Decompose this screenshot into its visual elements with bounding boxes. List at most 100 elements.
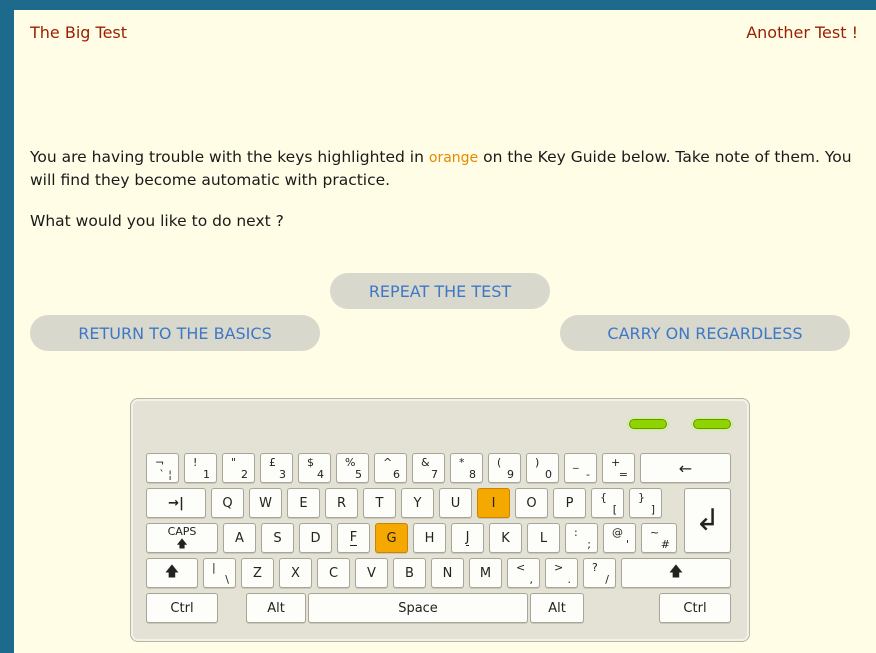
key-t: T (363, 488, 396, 518)
key-q: Q (211, 488, 244, 518)
repeat-test-button[interactable]: REPEAT THE TEST (330, 273, 550, 309)
key-x: X (279, 558, 312, 588)
key-0: ) 0 (526, 453, 559, 483)
key-v: V (355, 558, 388, 588)
key-hash: ~ # (641, 523, 677, 553)
key-6: ^ 6 (374, 453, 407, 483)
key-enter: ↲ (684, 488, 731, 553)
key-top-char: £ (269, 456, 276, 469)
key-n: N (431, 558, 464, 588)
key-f-label: F (349, 530, 358, 546)
key-bottom-char: 3 (279, 468, 286, 481)
indicator-light (629, 419, 667, 429)
return-to-basics-button[interactable]: RETURN TO THE BASICS (30, 315, 320, 351)
key-top-char: _ (573, 456, 579, 469)
key-backtick: ¬ ` ¦ (146, 453, 179, 483)
key-top-char: ) (535, 456, 540, 469)
key-s: S (261, 523, 294, 553)
key-left-shift: 🡅 (146, 558, 198, 588)
key-left-brace: {[ (591, 488, 624, 518)
key-top-char: * (459, 456, 465, 469)
key-top-char: ~ (650, 526, 660, 539)
key-4: $4 (298, 453, 331, 483)
key-top-char: ( (497, 456, 502, 469)
key-o: O (515, 488, 548, 518)
key-bottom-char: , (529, 573, 534, 586)
feedback-message: You are having trouble with the keys hig… (30, 146, 870, 191)
page: The Big Test Another Test ! You are havi… (14, 10, 876, 653)
key-top-char: ! (193, 456, 198, 469)
key-top-char: | (212, 561, 216, 574)
key-apostrophe: @ ' (603, 523, 636, 553)
key-bottom-char: \ (225, 573, 229, 586)
key-bottom-char: 2 (241, 468, 248, 481)
key-top-char: } (638, 491, 645, 504)
key-top-char: % (345, 456, 356, 469)
key-tab: →| (146, 488, 206, 518)
carry-on-button[interactable]: CARRY ON REGARDLESS (560, 315, 850, 351)
key-m: M (469, 558, 502, 588)
key-w: W (249, 488, 282, 518)
key-c: C (317, 558, 350, 588)
key-bottom-char: 9 (507, 468, 514, 481)
key-backspace: ← (640, 453, 731, 483)
key-period: >. (545, 558, 578, 588)
key-j: J (451, 523, 484, 553)
key-caps-lock: CAPS 🡅 (146, 523, 218, 553)
key-top-char: ? (592, 561, 598, 574)
key-guide-keyboard: ¬ ` ¦ ! 1 " 2 £3 $4 % 5 ^ 6 & 7 * 8 (9 ) 0 _ - + =… (130, 398, 750, 642)
caps-arrow-icon: 🡅 (176, 537, 188, 550)
key-bottom-char: = (618, 468, 628, 481)
key-bottom-char: 8 (469, 468, 476, 481)
key-e: E (287, 488, 320, 518)
key-right-ctrl: Ctrl (659, 593, 731, 623)
highlight-word: orange (428, 150, 479, 166)
indicator-light (693, 419, 731, 429)
key-bottom-char: - (586, 468, 590, 481)
next-question: What would you like to do next ? (30, 212, 284, 230)
key-i-highlighted: I (477, 488, 510, 518)
key-l: L (527, 523, 560, 553)
key-right-alt: Alt (530, 593, 584, 623)
key-slash: ? / (583, 558, 616, 588)
key-1: ! 1 (184, 453, 217, 483)
key-z: Z (241, 558, 274, 588)
header-title-left: The Big Test (30, 23, 128, 42)
key-8: * 8 (450, 453, 483, 483)
key-a: A (223, 523, 256, 553)
key-bottom-char: ` ¦ (159, 468, 172, 481)
key-r: R (325, 488, 358, 518)
key-left-ctrl: Ctrl (146, 593, 218, 623)
key-comma: <, (507, 558, 540, 588)
key-semicolon: :; (565, 523, 598, 553)
message-part-1: You are having trouble with the keys hig… (30, 148, 429, 166)
left-frame-bar (0, 0, 14, 653)
key-bottom-char: ] (650, 503, 655, 516)
key-bottom-char: 7 (431, 468, 438, 481)
top-frame-bar (0, 0, 876, 10)
key-b: B (393, 558, 426, 588)
key-bottom-char: 1 (203, 468, 210, 481)
key-right-shift: 🡅 (621, 558, 731, 588)
key-top-char: < (516, 561, 526, 574)
key-bottom-char: # (660, 538, 670, 551)
key-left-alt: Alt (246, 593, 306, 623)
key-3: £3 (260, 453, 293, 483)
key-top-char: { (600, 491, 607, 504)
key-top-char: $ (307, 456, 314, 469)
key-7: & 7 (412, 453, 445, 483)
key-equals: + = (602, 453, 635, 483)
key-top-char: > (554, 561, 564, 574)
key-u: U (439, 488, 472, 518)
key-9: (9 (488, 453, 521, 483)
key-top-char: @ (612, 526, 623, 539)
key-top-char: : (574, 526, 578, 539)
key-bottom-char: 0 (545, 468, 552, 481)
key-p: P (553, 488, 586, 518)
key-bottom-char: 4 (317, 468, 324, 481)
key-k: K (489, 523, 522, 553)
header-title-right: Another Test ! (746, 23, 858, 42)
key-y: Y (401, 488, 434, 518)
key-top-char: " (231, 456, 237, 469)
key-bottom-char: / (605, 573, 609, 586)
